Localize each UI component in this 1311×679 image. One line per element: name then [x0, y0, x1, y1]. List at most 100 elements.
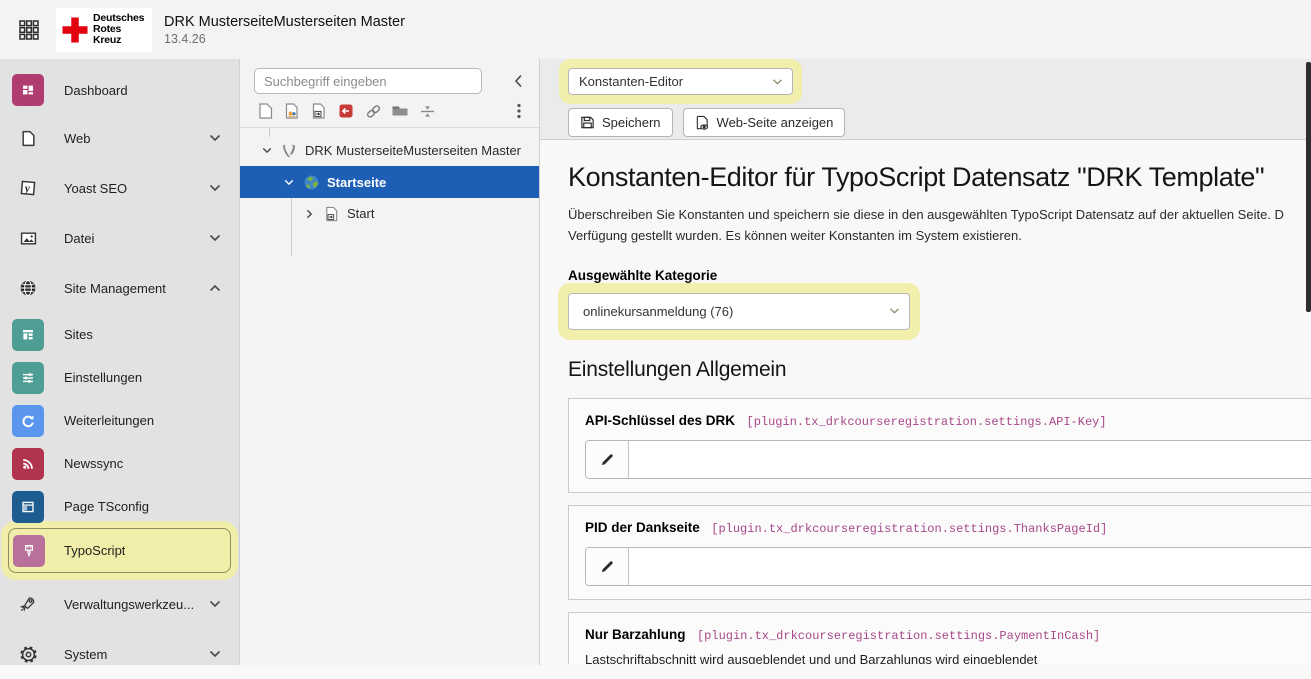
field-description: Lastschriftabschnitt wird ausgeblendet u… — [585, 652, 1311, 664]
floppy-icon — [580, 115, 595, 130]
sidebar-item-site-management[interactable]: Site Management — [0, 263, 239, 313]
sidebar-item-label: Yoast SEO — [64, 181, 127, 196]
typo3-logo-icon — [280, 142, 298, 160]
field-header: API-Schlüssel des DRK [plugin.tx_drkcour… — [585, 412, 1311, 430]
sidebar-item-einstellungen[interactable]: Einstellungen — [0, 356, 239, 399]
sidebar-item-yoast-seo[interactable]: y Yoast SEO — [0, 163, 239, 213]
top-bar: DeutschesRotesKreuz DRK MusterseiteMuste… — [0, 0, 1311, 60]
chevron-down-icon — [889, 308, 900, 315]
sidebar-item-label: Newssync — [64, 456, 123, 471]
scrollbar-thumb[interactable] — [1306, 62, 1311, 312]
edit-pencil-icon[interactable] — [586, 548, 629, 585]
tree-search-input[interactable] — [254, 68, 482, 94]
view-webpage-button-label: Web-Seite anzeigen — [717, 115, 834, 130]
field-constant-key: [plugin.tx_drkcourseregistration.setting… — [697, 629, 1100, 643]
new-shortcut-page-icon[interactable] — [310, 102, 328, 120]
chevron-down-icon — [209, 600, 221, 608]
sidebar-item-datei[interactable]: Datei — [0, 213, 239, 263]
sidebar-item-label: Weiterleitungen — [64, 413, 154, 428]
edit-pencil-icon[interactable] — [586, 441, 629, 478]
constant-value-input[interactable] — [629, 441, 1311, 478]
constant-field-panel: Nur Barzahlung [plugin.tx_drkcourseregis… — [568, 612, 1311, 664]
sidebar-item-weiterleitungen[interactable]: Weiterleitungen — [0, 399, 239, 442]
sidebar-item-dashboard[interactable]: Dashboard — [0, 67, 239, 113]
chevron-down-icon — [772, 78, 783, 85]
page-icon — [12, 122, 44, 154]
sidebar-item-newssync[interactable]: Newssync — [0, 442, 239, 485]
module-content: Konstanten-Editor Speichern Web-Seite an… — [540, 59, 1311, 665]
intro-text: Überschreiben Sie Konstanten und speiche… — [568, 205, 1311, 247]
divider-icon[interactable] — [418, 102, 436, 120]
field-constant-key: [plugin.tx_drkcourseregistration.setting… — [747, 415, 1107, 429]
typoscript-icon — [13, 535, 45, 567]
site-title-block: DRK MusterseiteMusterseiten Master 13.4.… — [164, 14, 405, 46]
new-page-content-icon[interactable] — [283, 102, 301, 120]
sites-icon — [12, 319, 44, 351]
sidebar-item-verwaltungswerkzeuge[interactable]: Verwaltungswerkzeu... — [0, 579, 239, 629]
tree-node-root[interactable]: DRK MusterseiteMusterseiten Master — [240, 135, 539, 166]
chevron-down-icon — [209, 184, 221, 192]
module-sidebar: Dashboard Web y Yoast SEO Datei Site Man… — [0, 59, 240, 665]
view-mode-select[interactable]: Konstanten-Editor — [568, 68, 793, 95]
sidebar-item-web[interactable]: Web — [0, 113, 239, 163]
svg-text:y: y — [23, 183, 31, 195]
typo3-version: 13.4.26 — [164, 32, 405, 46]
link-icon[interactable] — [364, 102, 382, 120]
field-constant-key: [plugin.tx_drkcourseregistration.setting… — [711, 522, 1107, 536]
category-select-value: onlinekursanmeldung (76) — [583, 304, 733, 319]
sidebar-item-typoscript[interactable]: TypoScript — [8, 528, 231, 573]
constant-input-group — [585, 440, 1311, 479]
section-title: Einstellungen Allgemein — [568, 358, 1311, 382]
page-eye-icon — [695, 115, 710, 131]
module-body: Konstanten-Editor für TypoScript Datensa… — [540, 140, 1311, 664]
chevron-down-icon[interactable] — [282, 179, 296, 186]
globe-page-icon — [302, 173, 320, 191]
sidebar-item-label: Dashboard — [64, 83, 128, 98]
sliders-icon — [12, 362, 44, 394]
yoast-icon: y — [12, 172, 44, 204]
tree-node-label: Start — [347, 206, 374, 221]
drk-logo[interactable]: DeutschesRotesKreuz — [56, 8, 152, 52]
constant-field-panel: API-Schlüssel des DRK [plugin.tx_drkcour… — [568, 398, 1311, 493]
save-button[interactable]: Speichern — [568, 108, 673, 137]
new-mountpoint-page-icon[interactable] — [337, 102, 355, 120]
sidebar-item-label: Web — [64, 131, 91, 146]
tree-more-menu-icon[interactable] — [517, 103, 521, 119]
tree-node-start[interactable]: Start — [240, 198, 539, 229]
constant-field-panel: PID der Dankseite [plugin.tx_drkcoursere… — [568, 505, 1311, 600]
sidebar-item-label: TypoScript — [64, 543, 125, 558]
tree-node-startseite[interactable]: Startseite — [240, 166, 539, 198]
tree-node-label: Startseite — [327, 175, 386, 190]
chevron-down-icon[interactable] — [260, 147, 274, 154]
category-select[interactable]: onlinekursanmeldung (76) — [568, 293, 910, 330]
sidebar-item-system[interactable]: System — [0, 629, 239, 679]
page-layout-icon — [12, 491, 44, 523]
collapse-tree-icon[interactable] — [514, 74, 523, 88]
sidebar-item-label: Datei — [64, 231, 94, 246]
page-tree-panel: DRK MusterseiteMusterseiten Master Start… — [240, 59, 540, 665]
new-page-icon[interactable] — [256, 102, 274, 120]
view-webpage-button[interactable]: Web-Seite anzeigen — [683, 108, 846, 137]
chevron-right-icon[interactable] — [302, 209, 316, 219]
globe-icon — [12, 272, 44, 304]
page-tree: DRK MusterseiteMusterseiten Master Start… — [240, 128, 539, 229]
module-menu-toggle-icon[interactable] — [12, 13, 46, 47]
sidebar-item-sites[interactable]: Sites — [0, 313, 239, 356]
redirect-arrow-icon — [12, 405, 44, 437]
rocket-icon — [12, 588, 44, 620]
intro-line-1: Überschreiben Sie Konstanten und speiche… — [568, 205, 1311, 226]
logo-text: DeutschesRotesKreuz — [93, 13, 144, 46]
tree-toolbar — [240, 98, 539, 128]
chevron-down-icon — [209, 650, 221, 658]
chevron-down-icon — [209, 234, 221, 242]
intro-line-2: Verfügung gestellt wurden. Es können wei… — [568, 226, 1311, 247]
gear-icon — [12, 638, 44, 670]
field-label: API-Schlüssel des DRK — [585, 413, 735, 428]
folder-icon[interactable] — [391, 102, 409, 120]
dashboard-icon — [12, 74, 44, 106]
field-header: Nur Barzahlung [plugin.tx_drkcourseregis… — [585, 626, 1311, 644]
constant-value-input[interactable] — [629, 548, 1311, 585]
chevron-up-icon — [209, 284, 221, 292]
sidebar-item-page-tsconfig[interactable]: Page TSconfig — [0, 485, 239, 528]
sidebar-item-label: Verwaltungswerkzeu... — [64, 597, 194, 612]
